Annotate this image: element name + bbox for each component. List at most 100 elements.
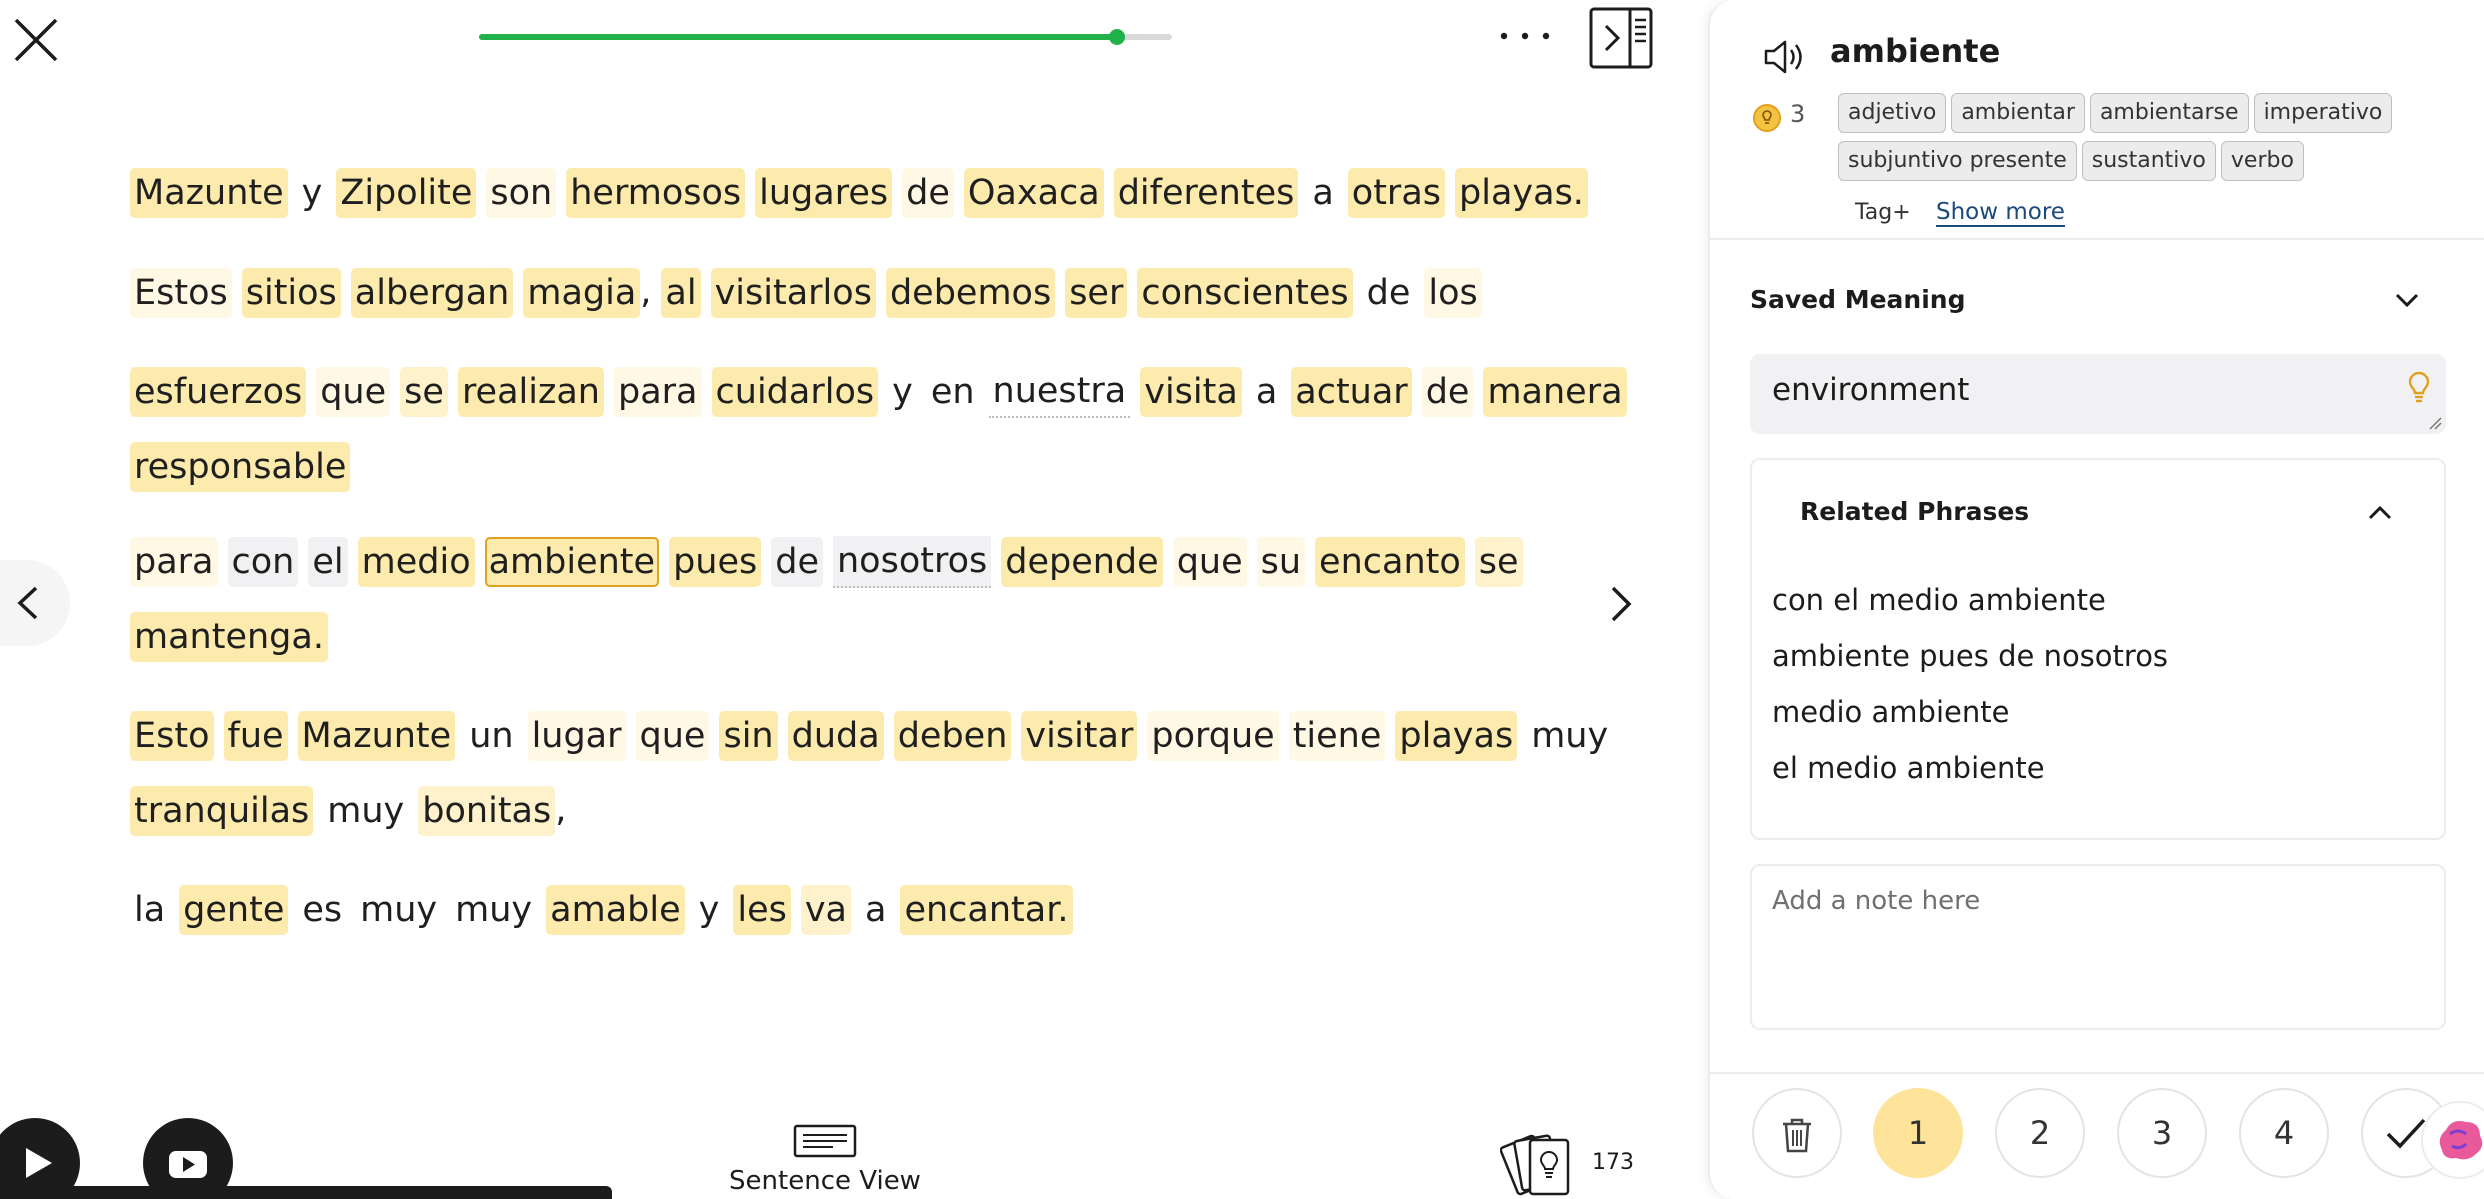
status-1-button[interactable]: 1	[1873, 1088, 1963, 1178]
word-token[interactable]: visitar	[1021, 711, 1138, 761]
word-token[interactable]: medio	[357, 537, 475, 587]
tag-chip[interactable]: sustantivo	[2081, 141, 2216, 181]
delete-button[interactable]	[1752, 1088, 1842, 1178]
add-tag-button[interactable]: Tag+	[1855, 200, 1911, 225]
related-phrase-item[interactable]: con el medio ambiente	[1772, 572, 2168, 628]
lightbulb-icon[interactable]	[2404, 370, 2434, 404]
lesson-progress-bar[interactable]	[479, 29, 1172, 45]
word-token[interactable]: el	[308, 537, 348, 587]
word-token[interactable]: a	[861, 885, 890, 935]
word-token[interactable]: Estos	[130, 268, 232, 318]
tag-chip[interactable]: imperativo	[2253, 93, 2393, 133]
word-token[interactable]: mantenga.	[130, 612, 328, 662]
word-token[interactable]: responsable	[130, 442, 351, 492]
word-token[interactable]: un	[465, 711, 517, 761]
tag-chip[interactable]: ambientar	[1951, 93, 2085, 133]
word-token[interactable]: visita	[1140, 367, 1242, 417]
word-token[interactable]: y	[888, 367, 917, 417]
word-token[interactable]: para	[130, 537, 218, 587]
resize-handle-icon[interactable]	[2428, 416, 2442, 430]
word-token[interactable]: es	[298, 885, 346, 935]
related-phrases-toggle[interactable]	[2360, 498, 2400, 528]
word-token[interactable]: Mazunte	[130, 168, 288, 218]
word-token[interactable]: de	[1363, 268, 1415, 318]
word-token[interactable]: deben	[893, 711, 1012, 761]
word-token[interactable]: Zipolite	[336, 168, 477, 218]
status-3-button[interactable]: 3	[2117, 1088, 2207, 1178]
word-token[interactable]: que	[1172, 537, 1247, 587]
word-token[interactable]: albergan	[350, 268, 514, 318]
word-token[interactable]: lugar	[527, 711, 626, 761]
word-token[interactable]: pues	[669, 537, 762, 587]
tag-chip[interactable]: ambientarse	[2089, 93, 2249, 133]
sentence-view-button[interactable]: Sentence View	[720, 1124, 930, 1199]
assistant-logo-icon[interactable]	[2420, 1100, 2484, 1180]
word-token[interactable]: hermosos	[566, 168, 746, 218]
word-token[interactable]: tiene	[1288, 711, 1386, 761]
word-token[interactable]: muy	[356, 885, 441, 935]
word-token[interactable]: duda	[787, 711, 884, 761]
word-token[interactable]: se	[400, 367, 448, 417]
word-token[interactable]: playas.	[1455, 168, 1588, 218]
word-token[interactable]: tranquilas	[130, 786, 314, 836]
tag-chip[interactable]: verbo	[2220, 141, 2304, 181]
word-token[interactable]: que	[635, 711, 710, 761]
next-page-button[interactable]	[1590, 574, 1650, 634]
pronounce-button[interactable]	[1760, 34, 1806, 80]
word-token[interactable]: ambiente	[484, 537, 660, 587]
word-token[interactable]: lugares	[755, 168, 893, 218]
word-token[interactable]: amable	[546, 885, 685, 935]
word-token[interactable]: sin	[719, 711, 778, 761]
word-token[interactable]: con	[227, 537, 299, 587]
word-token[interactable]: que	[316, 367, 391, 417]
word-token[interactable]: la	[130, 885, 169, 935]
word-token[interactable]: nosotros	[833, 536, 992, 588]
word-token[interactable]: manera	[1483, 367, 1627, 417]
word-token[interactable]: y	[695, 885, 724, 935]
word-token[interactable]: cuidarlos	[711, 367, 879, 417]
word-token[interactable]: muy	[323, 786, 408, 836]
word-token[interactable]: Esto	[130, 711, 214, 761]
sidebar-toggle-button[interactable]	[1588, 6, 1654, 70]
status-2-button[interactable]: 2	[1995, 1088, 2085, 1178]
word-token[interactable]: porque	[1147, 711, 1279, 761]
word-token[interactable]: de	[1421, 367, 1474, 417]
tag-chip[interactable]: subjuntivo presente	[1838, 141, 2077, 181]
word-token[interactable]: otras	[1347, 168, 1446, 218]
word-token[interactable]: los	[1424, 268, 1482, 318]
tag-chip[interactable]: adjetivo	[1838, 93, 1947, 133]
flashcards-button[interactable]	[1499, 1126, 1590, 1199]
word-token[interactable]: de	[902, 168, 954, 218]
word-token[interactable]: nuestra	[988, 366, 1131, 418]
word-token[interactable]: diferentes	[1113, 168, 1299, 218]
word-token[interactable]: Mazunte	[297, 711, 456, 761]
show-more-link[interactable]: Show more	[1936, 199, 2065, 227]
progress-knob[interactable]	[1108, 29, 1125, 45]
word-token[interactable]: les	[733, 885, 791, 935]
saved-meaning-field[interactable]: environment	[1750, 354, 2446, 434]
word-token[interactable]: a	[1252, 367, 1281, 417]
word-token[interactable]: a	[1308, 168, 1337, 218]
word-token[interactable]: bonitas	[418, 786, 556, 836]
status-4-button[interactable]: 4	[2239, 1088, 2329, 1178]
word-token[interactable]: al	[661, 268, 701, 318]
word-token[interactable]: encanto	[1315, 537, 1465, 587]
word-token[interactable]: Oaxaca	[963, 168, 1104, 218]
word-token[interactable]: y	[298, 168, 327, 218]
word-token[interactable]: esfuerzos	[130, 367, 307, 417]
word-token[interactable]: actuar	[1291, 367, 1412, 417]
saved-meaning-toggle[interactable]	[2387, 283, 2427, 317]
word-token[interactable]: gente	[179, 885, 289, 935]
word-token[interactable]: magia	[523, 268, 641, 318]
word-token[interactable]: muy	[451, 885, 536, 935]
word-token[interactable]: muy	[1527, 711, 1612, 761]
word-token[interactable]: se	[1474, 537, 1523, 587]
word-token[interactable]: de	[771, 537, 823, 587]
close-button[interactable]	[10, 14, 62, 66]
previous-page-button[interactable]	[0, 560, 70, 646]
related-phrase-item[interactable]: el medio ambiente	[1772, 740, 2168, 796]
related-phrase-item[interactable]: medio ambiente	[1772, 684, 2168, 740]
word-token[interactable]: sitios	[241, 268, 341, 318]
word-token[interactable]: ser	[1065, 268, 1128, 318]
word-token[interactable]: en	[927, 367, 979, 417]
